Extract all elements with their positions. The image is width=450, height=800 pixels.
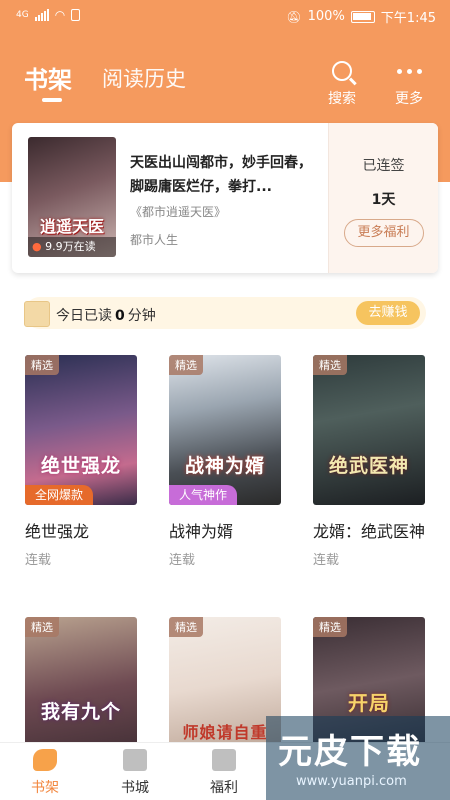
network-label: 4G (16, 10, 29, 20)
book-cover[interactable]: 精选 战神为婿 人气神作 (169, 355, 281, 505)
signed-days: 1天 (371, 192, 396, 208)
book-name[interactable]: 战神为婿 (169, 519, 281, 545)
wifi-icon: ◠ (54, 8, 66, 22)
nav-welfare-label: 福利 (210, 780, 238, 796)
clock: 下午1:45 (380, 11, 436, 26)
book-open-icon (123, 749, 147, 771)
featured-book-subtitle: 《都市逍遥天医》 (130, 205, 227, 219)
book-status: 连载 (25, 553, 52, 568)
featured-book-cover[interactable]: 逍遥天医 ● 9.9万在读 (28, 137, 116, 257)
book-icon (24, 301, 50, 327)
cover-text: 师娘请自重 (182, 723, 268, 742)
featured-book-category: 都市人生 (130, 233, 179, 247)
battery-icon (350, 10, 375, 23)
more-button[interactable]: 更多 (389, 58, 429, 108)
more-welfare-button[interactable]: 更多福利 (343, 219, 424, 247)
cover-text: 开局 (348, 691, 390, 715)
bookshelf-icon (33, 749, 57, 771)
fire-icon: ● (32, 240, 42, 253)
tab-reading-history[interactable]: 阅读历史 (102, 63, 186, 95)
featured-tag: 精选 (25, 355, 59, 375)
watermark-url: www.yuanpi.com (296, 774, 407, 789)
more-label: 更多 (395, 91, 423, 107)
status-bar: 4G ◠ 🔕︎ 100% 下午1:45 (0, 0, 450, 32)
signin-panel: 已连签 1天 更多福利 (329, 123, 438, 273)
nav-bookshelf[interactable]: 书架 (15, 749, 75, 797)
mute-icon: 🔕︎ (286, 9, 302, 24)
tab-bookshelf[interactable]: 书架 (24, 60, 72, 102)
reading-suffix: 分钟 (127, 308, 156, 324)
search-icon (332, 61, 352, 81)
nav-welfare[interactable]: 福利 (194, 749, 254, 797)
battery-percent: 100% (307, 9, 345, 24)
featured-tag: 精选 (169, 355, 203, 375)
book-status: 连载 (169, 553, 196, 568)
earn-money-button[interactable]: 去赚钱 (356, 301, 420, 325)
book-name[interactable]: 龙婿：绝武医神 (313, 519, 425, 545)
book-item[interactable]: 精选 战神为婿 人气神作 战神为婿 连载 (169, 355, 281, 568)
daily-reading-text: 今日已读 0 分钟 (56, 305, 156, 325)
search-label: 搜索 (328, 91, 356, 107)
cover-band: 全网爆款 (25, 485, 94, 505)
featured-cover-title: 逍遥天医 (39, 217, 104, 236)
reading-minutes: 0 (115, 308, 125, 324)
header-tabs: 书架 阅读历史 (24, 60, 186, 102)
notification-icon (71, 9, 81, 21)
nav-bookstore[interactable]: 书城 (105, 749, 165, 797)
daily-reading-bar: 今日已读 0 分钟 去赚钱 (24, 297, 426, 329)
featured-reads-count: ● 9.9万在读 (28, 237, 116, 257)
book-name[interactable]: 绝世强龙 (25, 519, 137, 545)
more-dots-icon (396, 68, 422, 74)
cover-text: 战神为婿 (184, 455, 265, 477)
book-item[interactable]: 精选 绝武医神 龙婿：绝武医神 连载 (313, 355, 425, 568)
cover-band: 人气神作 (169, 485, 238, 505)
featured-book-title[interactable]: 天医出山闯都市，妙手回春，脚踢庸医烂仔，拳打... (130, 151, 318, 199)
book-cover[interactable]: 精选 绝武医神 (313, 355, 425, 505)
gift-icon (212, 749, 236, 771)
search-button[interactable]: 搜索 (322, 58, 362, 108)
cover-text: 绝武医神 (328, 455, 409, 477)
nav-bookshelf-label: 书架 (31, 780, 59, 796)
watermark-text: 元皮下载 (278, 732, 422, 772)
featured-book-card[interactable]: 逍遥天医 ● 9.9万在读 天医出山闯都市，妙手回春，脚踢庸医烂仔，拳打... … (12, 123, 438, 273)
signed-label: 已连签 (362, 158, 405, 174)
cover-text: 绝世强龙 (40, 455, 121, 477)
featured-tag: 精选 (25, 617, 59, 637)
book-status: 连载 (313, 553, 340, 568)
featured-tag: 精选 (313, 355, 347, 375)
featured-reads-text: 9.9万在读 (45, 240, 96, 253)
cover-text: 我有九个 (40, 701, 121, 723)
book-cover[interactable]: 精选 绝世强龙 全网爆款 (25, 355, 137, 505)
signal-icon (34, 9, 49, 21)
reading-prefix: 今日已读 (56, 308, 112, 324)
featured-tag: 精选 (169, 617, 203, 637)
watermark: 元皮下载 www.yuanpi.com (266, 716, 450, 800)
featured-tag: 精选 (313, 617, 347, 637)
nav-bookstore-label: 书城 (121, 780, 149, 796)
book-item[interactable]: 精选 绝世强龙 全网爆款 绝世强龙 连载 (25, 355, 137, 568)
